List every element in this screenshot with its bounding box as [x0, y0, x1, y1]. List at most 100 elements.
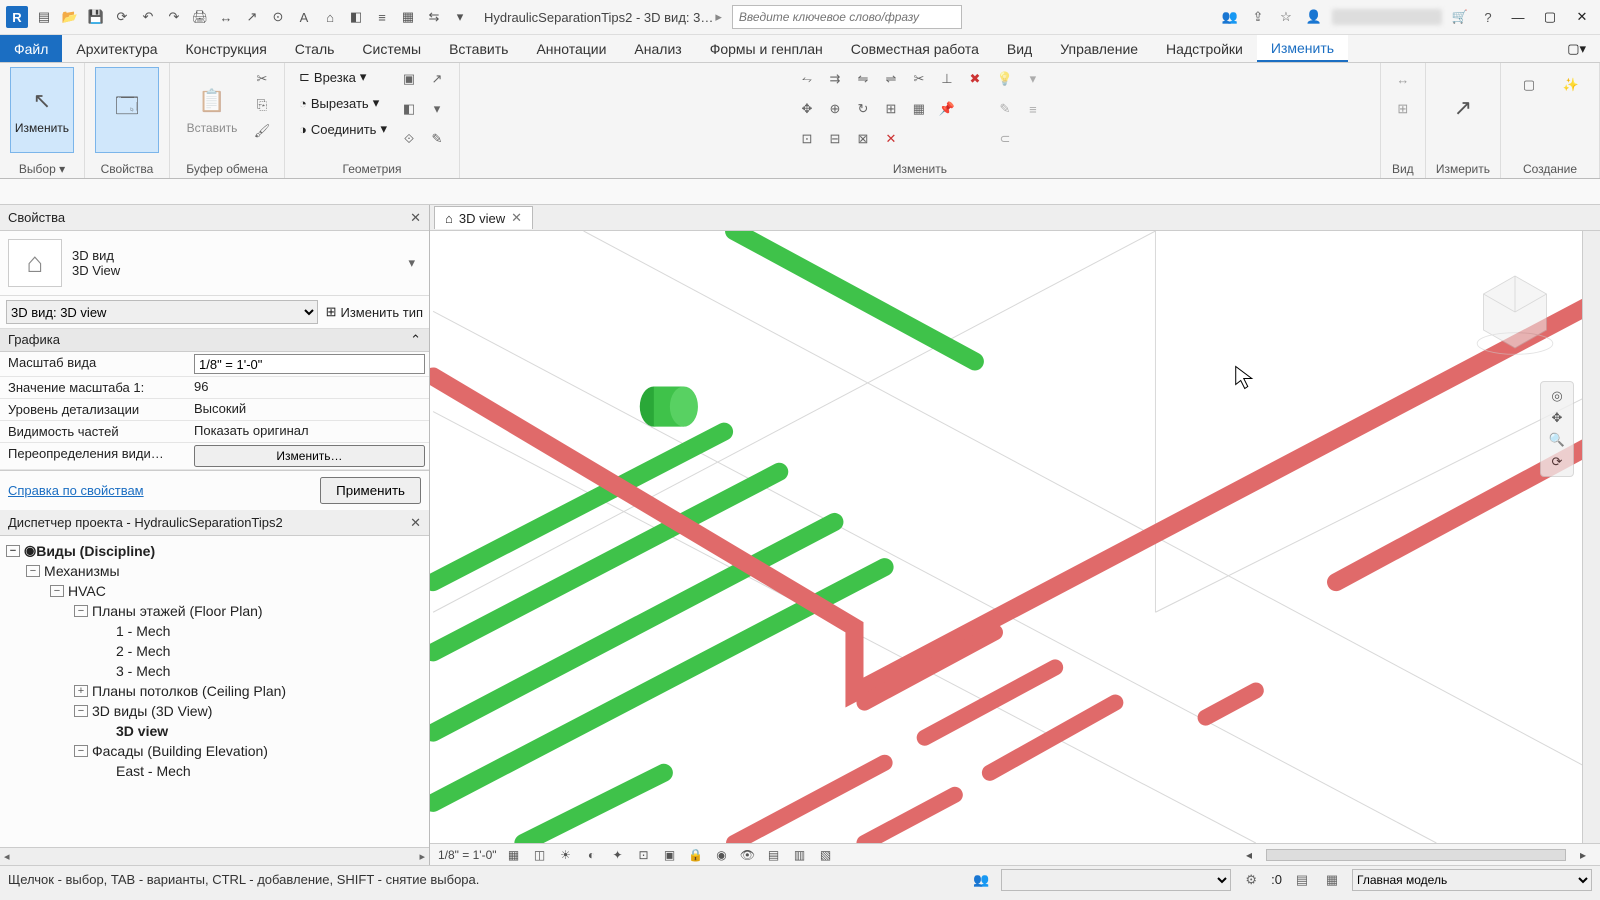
tab-view[interactable]: Вид [993, 35, 1046, 62]
sb-icon[interactable]: ⚙ [1241, 870, 1261, 890]
geom-icon[interactable]: ✎ [425, 127, 449, 151]
tool-icon[interactable]: 💡 [993, 67, 1017, 91]
properties-button[interactable]: 🗔 [95, 67, 159, 153]
trim-icon[interactable]: ⊥ [935, 67, 959, 91]
pan-icon[interactable]: ✥ [1552, 410, 1563, 426]
sync-icon[interactable]: ⟳ [112, 7, 132, 27]
tab-collab[interactable]: Совместная работа [837, 35, 993, 62]
scale-icon[interactable]: ▦ [907, 97, 931, 121]
crop-region-icon[interactable]: ▣ [661, 846, 679, 864]
tab-manage[interactable]: Управление [1046, 35, 1152, 62]
property-value[interactable]: 96 [190, 377, 429, 398]
tree-twisty[interactable]: − [26, 565, 40, 577]
tool-icon[interactable]: ▾ [1021, 67, 1045, 91]
rotate-icon[interactable]: ↻ [851, 97, 875, 121]
temp-hide-icon[interactable]: ◉ [713, 846, 731, 864]
tree-row[interactable]: East - Mech [2, 761, 429, 781]
scroll-left-icon[interactable]: ◂ [1240, 846, 1258, 864]
tool-icon[interactable]: ⊂ [993, 127, 1017, 151]
geom-icon[interactable]: ◧ [397, 97, 421, 121]
rendering-icon[interactable]: ✦ [609, 846, 627, 864]
remove-icon[interactable]: ✖ [963, 67, 987, 91]
tool-icon[interactable]: ✎ [993, 97, 1017, 121]
dim-icon[interactable]: ↗ [242, 7, 262, 27]
tool-icon[interactable]: ⊠ [851, 127, 875, 151]
paste-button[interactable]: 📋 Вставить [180, 67, 244, 153]
type-selector[interactable]: ⌂ 3D вид 3D View ▾ [0, 231, 429, 296]
tree-row[interactable]: −3D виды (3D View) [2, 701, 429, 721]
share-icon[interactable]: ⇪ [1248, 7, 1268, 27]
tab-analyze[interactable]: Анализ [620, 35, 695, 62]
move-icon[interactable]: ✥ [795, 97, 819, 121]
navigation-bar[interactable]: ◎ ✥ 🔍 ⟳ [1540, 381, 1574, 477]
thin-lines-icon[interactable]: ≡ [372, 7, 392, 27]
view-icon[interactable]: ↔ [1391, 67, 1415, 91]
tab-modify[interactable]: Изменить [1257, 35, 1348, 62]
print-icon[interactable]: 🖨 [190, 7, 210, 27]
tree-twisty[interactable]: − [6, 545, 20, 557]
create-similar-icon[interactable]: ✨ [1553, 67, 1589, 103]
measure-icon[interactable]: ↔ [216, 7, 236, 27]
user-icon[interactable]: 👤 [1304, 7, 1324, 27]
community-icon[interactable]: 👥 [1220, 7, 1240, 27]
delete-icon[interactable]: ✕ [879, 127, 903, 151]
split-icon[interactable]: ✂ [907, 67, 931, 91]
tree-row[interactable]: −Планы этажей (Floor Plan) [2, 601, 429, 621]
cut-geom-button[interactable]: ◔Вырезать ▾ [295, 93, 391, 113]
close-icon[interactable]: ✕ [511, 210, 522, 226]
text-icon[interactable]: A [294, 7, 314, 27]
zoom-icon[interactable]: 🔍 [1549, 432, 1565, 448]
tool-icon[interactable]: ⊟ [823, 127, 847, 151]
mirror-icon[interactable]: ⇋ [851, 67, 875, 91]
copy-icon[interactable]: ⎘ [250, 93, 274, 117]
tag-icon[interactable]: ⊙ [268, 7, 288, 27]
tab-structure[interactable]: Конструкция [172, 35, 281, 62]
crop-icon[interactable]: ⊡ [635, 846, 653, 864]
tree-twisty[interactable]: + [74, 685, 88, 697]
close-icon[interactable]: ✕ [410, 515, 421, 531]
sun-path-icon[interactable]: ☀ [557, 846, 575, 864]
minimize-button[interactable]: — [1506, 5, 1530, 29]
tab-addins[interactable]: Надстройки [1152, 35, 1257, 62]
tab-extra-dropdown[interactable]: ▢▾ [1553, 35, 1600, 62]
measure-button[interactable]: ↗ [1436, 67, 1490, 153]
qat-icon[interactable]: ▤ [34, 7, 54, 27]
dropdown-icon[interactable]: ▾ [450, 7, 470, 27]
tab-massing[interactable]: Формы и генплан [696, 35, 837, 62]
property-edit-button[interactable]: Изменить… [194, 445, 425, 467]
tree-row[interactable]: +Планы потолков (Ceiling Plan) [2, 681, 429, 701]
tab-systems[interactable]: Системы [348, 35, 435, 62]
browser-scrollbar[interactable]: ◂▸ [0, 847, 429, 865]
tree-twisty[interactable]: − [74, 605, 88, 617]
tree-twisty[interactable]: − [50, 585, 64, 597]
detail-level-icon[interactable]: ▦ [505, 846, 523, 864]
property-value[interactable]: Показать оригинал [190, 421, 429, 442]
property-value[interactable]: Изменить… [190, 443, 429, 469]
tree-row[interactable]: 1 - Mech [2, 621, 429, 641]
tree-row[interactable]: −HVAC [2, 581, 429, 601]
open-icon[interactable]: 📂 [60, 7, 80, 27]
tab-file[interactable]: Файл [0, 35, 62, 62]
redo-icon[interactable]: ↷ [164, 7, 184, 27]
cart-icon[interactable]: 🛒 [1450, 7, 1470, 27]
instance-selector[interactable]: 3D вид: 3D view [6, 300, 318, 324]
scroll-right-icon[interactable]: ▸ [1574, 846, 1592, 864]
tree-row[interactable]: −Фасады (Building Elevation) [2, 741, 429, 761]
tab-annotate[interactable]: Аннотации [522, 35, 620, 62]
search-input[interactable] [732, 5, 962, 29]
property-value[interactable]: Высокий [190, 399, 429, 420]
tree-row[interactable]: 3D view [2, 721, 429, 741]
steering-wheel-icon[interactable]: ◎ [1551, 388, 1562, 404]
chevron-right-icon[interactable]: ▸ [715, 9, 722, 25]
section-icon[interactable]: ◧ [346, 7, 366, 27]
edit-type-button[interactable]: ⊞Изменить тип [326, 304, 423, 320]
lock-icon[interactable]: 🔒 [687, 846, 705, 864]
sb-icon[interactable]: ▤ [1292, 870, 1312, 890]
close-button[interactable]: ✕ [1570, 5, 1594, 29]
tree-row[interactable]: 3 - Mech [2, 661, 429, 681]
tool-icon[interactable]: ≡ [1021, 97, 1045, 121]
switch-icon[interactable]: ⇆ [424, 7, 444, 27]
maximize-button[interactable]: ▢ [1538, 5, 1562, 29]
copy-move-icon[interactable]: ⊕ [823, 97, 847, 121]
3d-canvas[interactable]: ◎ ✥ 🔍 ⟳ [430, 231, 1600, 843]
